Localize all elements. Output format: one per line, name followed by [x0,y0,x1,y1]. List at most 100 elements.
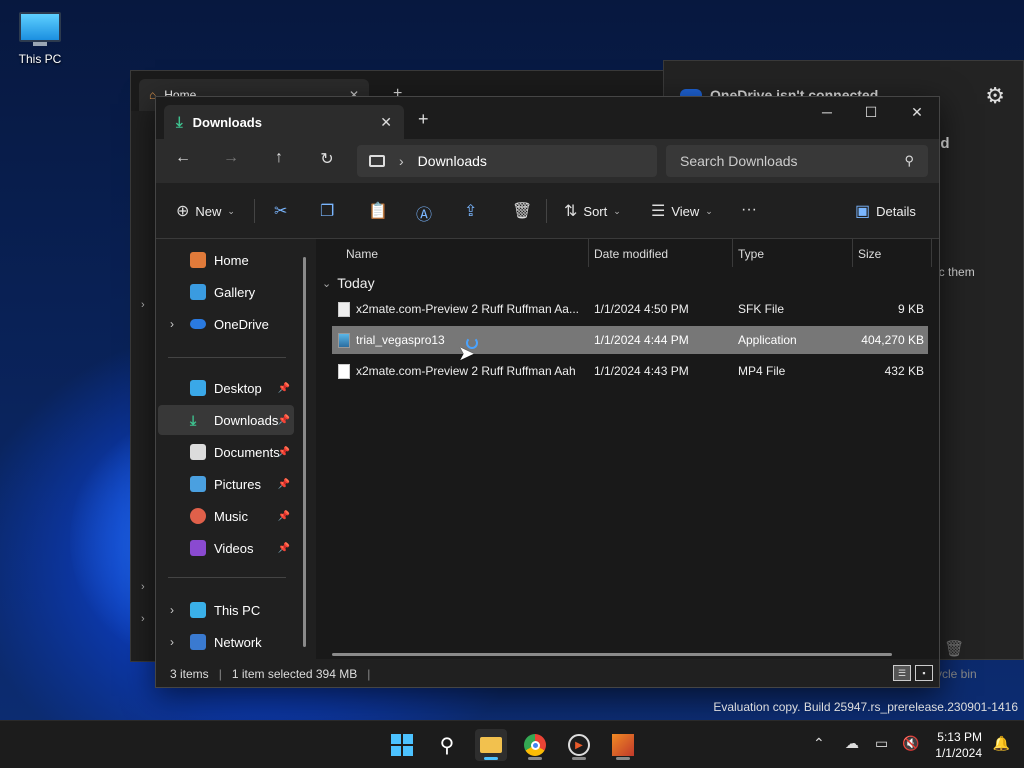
delete-button[interactable]: 🗑 [512,201,532,221]
file-type: Application [738,333,797,347]
column-header-name[interactable]: Name [346,247,378,261]
new-button[interactable]: ⊕ New ⌄ [176,201,235,221]
pin-icon[interactable]: 📌 [278,415,290,426]
sort-button[interactable]: ⇅ Sort ⌄ [564,201,621,221]
more-options-button[interactable]: ··· [741,201,757,219]
chevron-right-icon: › [141,581,145,593]
details-view-button[interactable]: ☰ [893,665,911,681]
paste-button[interactable]: 📋 [368,201,388,221]
gear-icon[interactable]: ⚙ [985,83,1005,109]
refresh-button[interactable]: ↻ [315,149,339,169]
group-header-today[interactable]: ⌄ Today [322,275,375,291]
forward-button[interactable]: → [219,149,243,167]
table-row[interactable]: x2mate.com-Preview 2 Ruff Ruffman Aah 1/… [332,357,928,385]
taskbar-chrome[interactable] [519,729,551,761]
pin-icon[interactable]: 📌 [278,479,290,490]
music-icon [190,508,206,524]
details-button[interactable]: ▣ Details [855,201,916,221]
chevron-up-icon[interactable]: ⌃ [813,735,825,752]
sidebar-item-desktop[interactable]: Desktop 📌 [158,373,294,403]
title-bar[interactable]: ⤓ Downloads ✕ + ─ ☐ ✕ [156,97,939,139]
mouse-cursor-icon: ➤ [458,343,475,365]
column-header-type[interactable]: Type [738,247,764,261]
chevron-right-icon[interactable]: › [399,153,404,169]
sidebar-item-downloads[interactable]: ⤓ Downloads 📌 [158,405,294,435]
system-clock[interactable]: 5:13 PM 1/1/2024 [935,729,982,761]
file-size: 404,270 KB [861,333,924,347]
cut-button[interactable]: ✂ [274,201,287,221]
minimize-button[interactable]: ─ [804,97,850,127]
rename-button[interactable]: Ⓐ [416,201,432,225]
start-button[interactable] [386,729,418,761]
item-count: 3 items [170,667,209,681]
rename-icon: Ⓐ [416,207,433,224]
up-button[interactable]: ↑ [267,149,291,167]
file-size: 432 KB [884,364,924,378]
document-icon [190,444,206,460]
search-input[interactable]: Search Downloads ⚲ [666,145,928,177]
column-header-size[interactable]: Size [858,247,881,261]
taskbar-installer-app[interactable] [607,729,639,761]
sidebar-item-documents[interactable]: Documents 📌 [158,437,294,467]
network-icon[interactable]: ▭ [875,735,888,752]
sidebar-item-gallery[interactable]: Gallery [158,277,294,307]
address-bar[interactable]: › Downloads [357,145,657,177]
pin-icon[interactable]: 📌 [278,447,290,458]
file-date: 1/1/2024 4:44 PM [594,333,689,347]
copy-button[interactable]: ❐ [320,201,334,221]
file-explorer-window[interactable]: ⤓ Downloads ✕ + ─ ☐ ✕ ← → ↑ ↻ › Download… [155,96,940,688]
new-tab-button[interactable]: + [418,109,429,130]
volume-mute-icon[interactable]: 🔇 [902,735,919,752]
column-header-date[interactable]: Date modified [594,247,668,261]
navigation-scrollbar[interactable] [303,257,306,647]
sidebar-item-network[interactable]: › Network [158,627,294,657]
desktop-icon-this-pc[interactable]: This PC [12,10,68,66]
sidebar-item-home[interactable]: Home [158,245,294,275]
scissors-icon: ✂ [274,203,288,220]
sidebar-item-pictures[interactable]: Pictures 📌 [158,469,294,499]
tiles-view-button[interactable]: ▪ [915,665,933,681]
download-icon: ⤓ [176,113,183,131]
pin-icon[interactable]: 📌 [278,383,290,394]
folder-icon [480,737,502,753]
sidebar-item-videos[interactable]: Videos 📌 [158,533,294,563]
media-player-icon: ▶ [568,734,590,756]
horizontal-scrollbar[interactable] [332,653,892,656]
copy-icon: ❐ [320,203,335,220]
close-button[interactable]: ✕ [894,97,940,127]
videos-icon [190,540,206,556]
more-icon: ··· [741,201,757,218]
chevron-right-icon[interactable]: › [170,317,174,331]
back-button[interactable]: ← [171,149,195,167]
file-name: x2mate.com-Preview 2 Ruff Ruffman Aah [356,364,576,378]
share-button[interactable]: ⇪ [464,201,477,221]
chevron-right-icon[interactable]: › [170,635,174,649]
taskbar-file-explorer[interactable] [475,729,507,761]
search-icon: ⚲ [439,734,455,757]
close-tab-button[interactable]: ✕ [380,114,392,131]
breadcrumb-downloads[interactable]: Downloads [418,153,487,169]
chevron-right-icon[interactable]: › [170,603,174,617]
table-row[interactable]: x2mate.com-Preview 2 Ruff Ruffman Aa... … [332,295,928,323]
sidebar-item-music[interactable]: Music 📌 [158,501,294,531]
sidebar-item-onedrive[interactable]: › OneDrive [158,309,294,339]
tab-downloads[interactable]: ⤓ Downloads ✕ [164,105,404,139]
monitor-icon [19,12,61,42]
onedrive-offline-icon[interactable]: ☁ [845,735,859,752]
chevron-down-icon: ⌄ [705,205,713,216]
table-row[interactable]: trial_vegaspro13 1/1/2024 4:44 PM Applic… [332,326,928,354]
paste-icon: 📋 [368,203,388,220]
windows-logo-icon [391,734,413,756]
maximize-button[interactable]: ☐ [848,97,894,127]
view-button[interactable]: ☰ View ⌄ [651,201,713,221]
details-pane-icon: ▣ [855,203,871,220]
sidebar-item-this-pc[interactable]: › This PC [158,595,294,625]
status-bar: 3 items | 1 item selected 394 MB | ☰ ▪ [156,659,939,689]
search-button[interactable]: ⚲ [431,729,463,761]
notification-bell-icon[interactable]: 🔔 [993,735,1010,752]
search-icon[interactable]: ⚲ [904,153,914,169]
pin-icon[interactable]: 📌 [278,543,290,554]
taskbar-media-player[interactable]: ▶ [563,729,595,761]
pin-icon[interactable]: 📌 [278,511,290,522]
chevron-right-icon: › [141,299,145,311]
